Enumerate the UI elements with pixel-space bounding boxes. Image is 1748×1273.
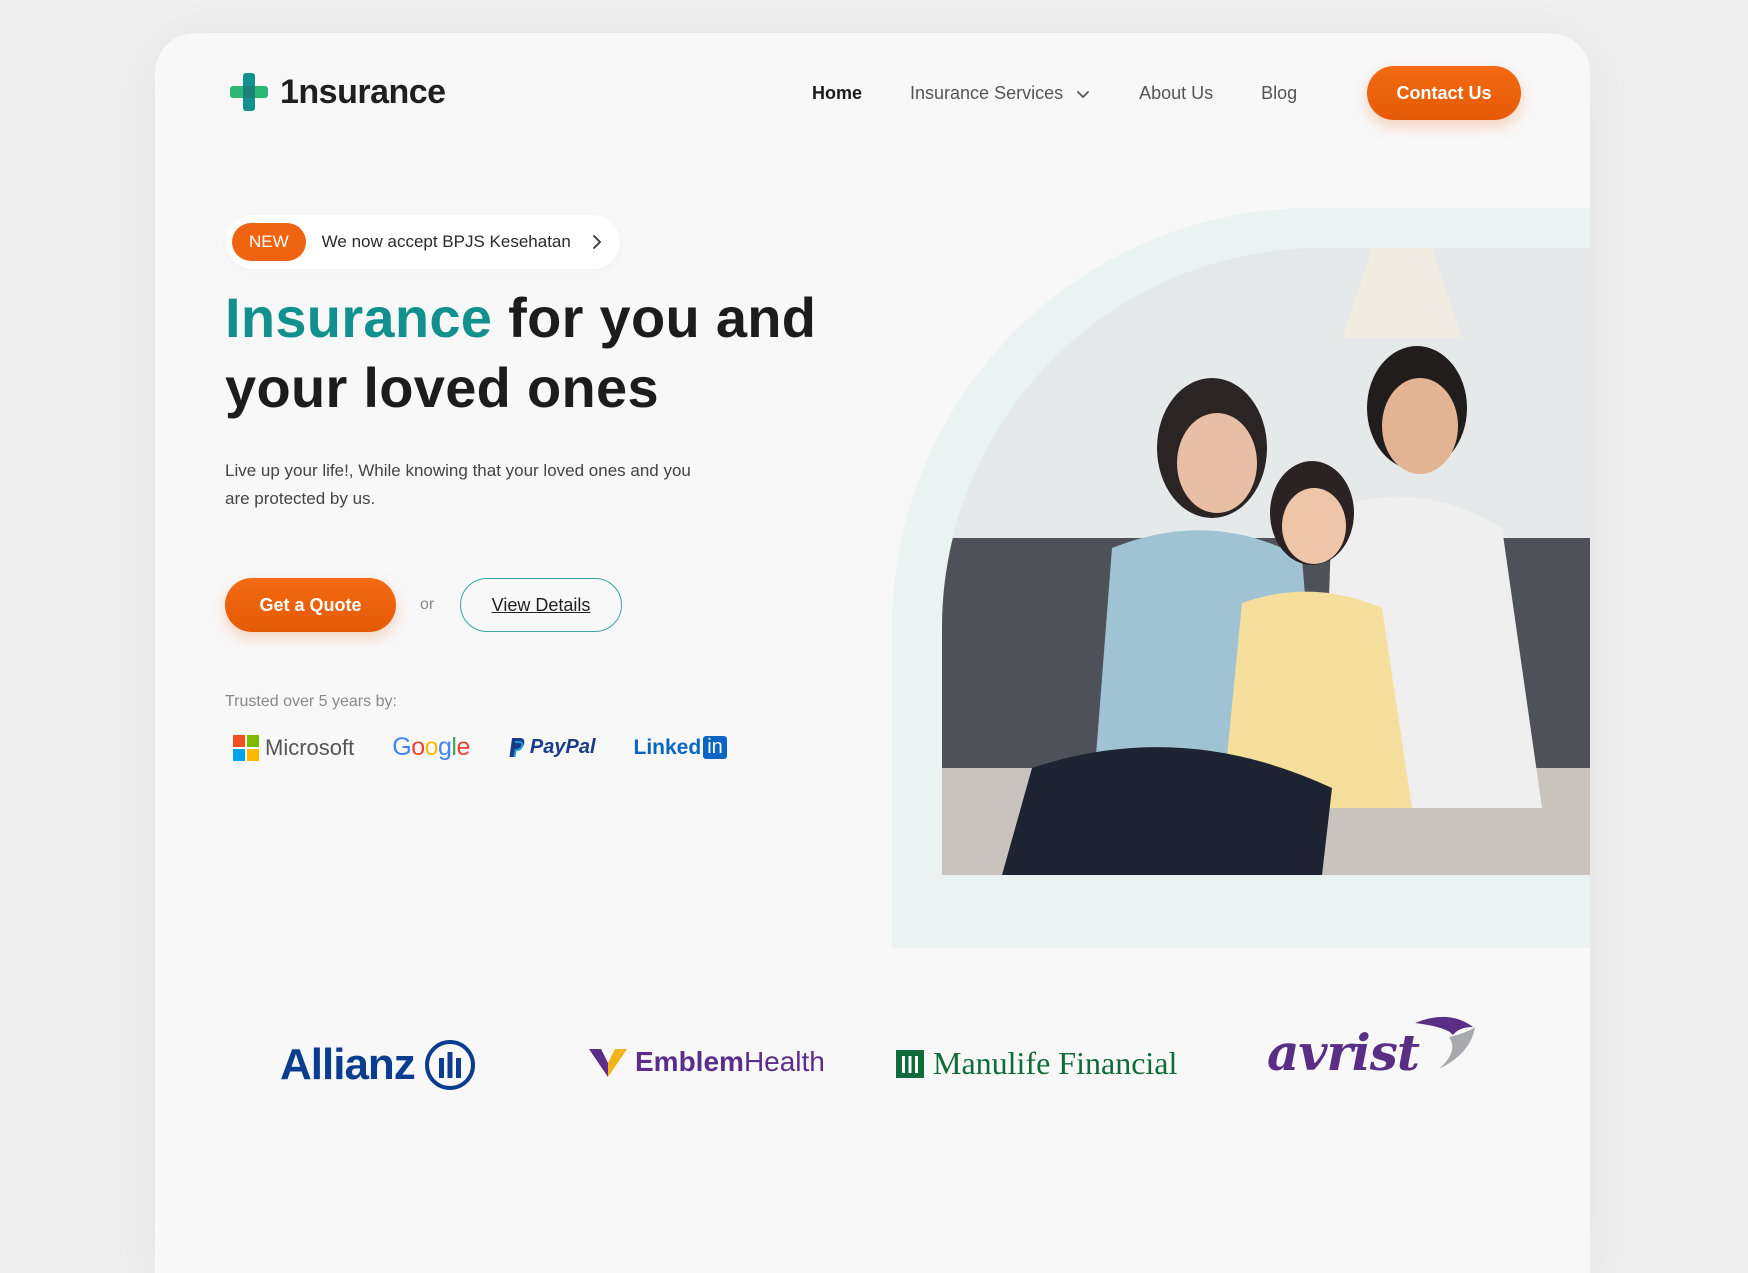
google-wordmark: Google [392, 733, 470, 761]
hero-headline: Insurance for you and your loved ones [225, 283, 885, 423]
emblem-wordmark: EmblemHealth [635, 1046, 825, 1078]
emblem-light-part: Health [743, 1046, 825, 1077]
trusted-label: Trusted over 5 years by: [225, 693, 397, 710]
paypal-logo: PayPal [508, 736, 596, 759]
new-badge: NEW [232, 223, 306, 261]
partner-logos: Allianz EmblemHealth Manulife Financial … [155, 1016, 1590, 1113]
hero-subtext: Live up your life!, While knowing that y… [225, 461, 691, 508]
nav-home[interactable]: Home [812, 83, 862, 104]
get-quote-button[interactable]: Get a Quote [225, 578, 396, 632]
emblem-bold-part: Emblem [635, 1046, 744, 1077]
contact-us-button[interactable]: Contact Us [1367, 66, 1521, 120]
announcement-pill[interactable]: NEW We now accept BPJS Kesehatan [226, 215, 620, 269]
paypal-wordmark: PayPal [529, 736, 596, 758]
chevron-down-icon [1077, 90, 1089, 98]
allianz-wordmark: Allianz [280, 1040, 416, 1089]
avrist-wordmark: avrist [1267, 1023, 1420, 1082]
nav-insurance-services-label: Insurance Services [910, 83, 1064, 103]
avrist-bird-icon [1415, 1016, 1476, 1069]
nav-about-us-label: About Us [1139, 83, 1214, 103]
microsoft-wordmark: Microsoft [265, 734, 355, 760]
view-details-button[interactable]: View Details [460, 578, 622, 632]
cross-logo-icon [230, 73, 268, 111]
allianz-logo: Allianz [280, 1038, 477, 1092]
nav-home-label: Home [812, 83, 863, 103]
linkedin-in-box: in [703, 736, 727, 759]
nav-insurance-services[interactable]: Insurance Services [910, 83, 1091, 104]
or-separator: or [420, 596, 435, 613]
allianz-eagle-icon [424, 1040, 475, 1090]
brand-name: 1nsurance [280, 72, 446, 111]
manulife-logo: Manulife Financial [895, 1045, 1177, 1082]
announcement-text: We now accept BPJS Kesehatan [321, 232, 571, 251]
microsoft-squares-icon [233, 734, 259, 761]
manulife-m-icon [896, 1049, 924, 1078]
emblemhealth-logo: EmblemHealth [587, 1045, 825, 1079]
trusted-logos: Microsoft Google PayPal Linked in [233, 733, 765, 762]
manulife-wordmark: Manulife Financial [933, 1045, 1178, 1081]
microsoft-logo: Microsoft [233, 734, 355, 761]
linkedin-wordmark: Linked [633, 735, 702, 759]
page-card: 1nsurance Home Insurance Services About … [155, 33, 1590, 1273]
emblem-shield-icon [589, 1049, 627, 1077]
chevron-right-icon [592, 235, 602, 249]
headline-accent: Insurance [225, 286, 493, 349]
main-nav: Home Insurance Services About Us Blog [812, 83, 1345, 104]
nav-blog-label: Blog [1261, 83, 1298, 103]
avrist-logo: avrist [1267, 1016, 1479, 1082]
nav-blog[interactable]: Blog [1261, 83, 1297, 104]
paypal-p-icon [509, 737, 525, 757]
nav-about-us[interactable]: About Us [1139, 83, 1213, 104]
linkedin-logo: Linked in [634, 736, 727, 760]
google-logo: Google [392, 733, 470, 762]
brand-logo[interactable]: 1nsurance [228, 71, 446, 113]
